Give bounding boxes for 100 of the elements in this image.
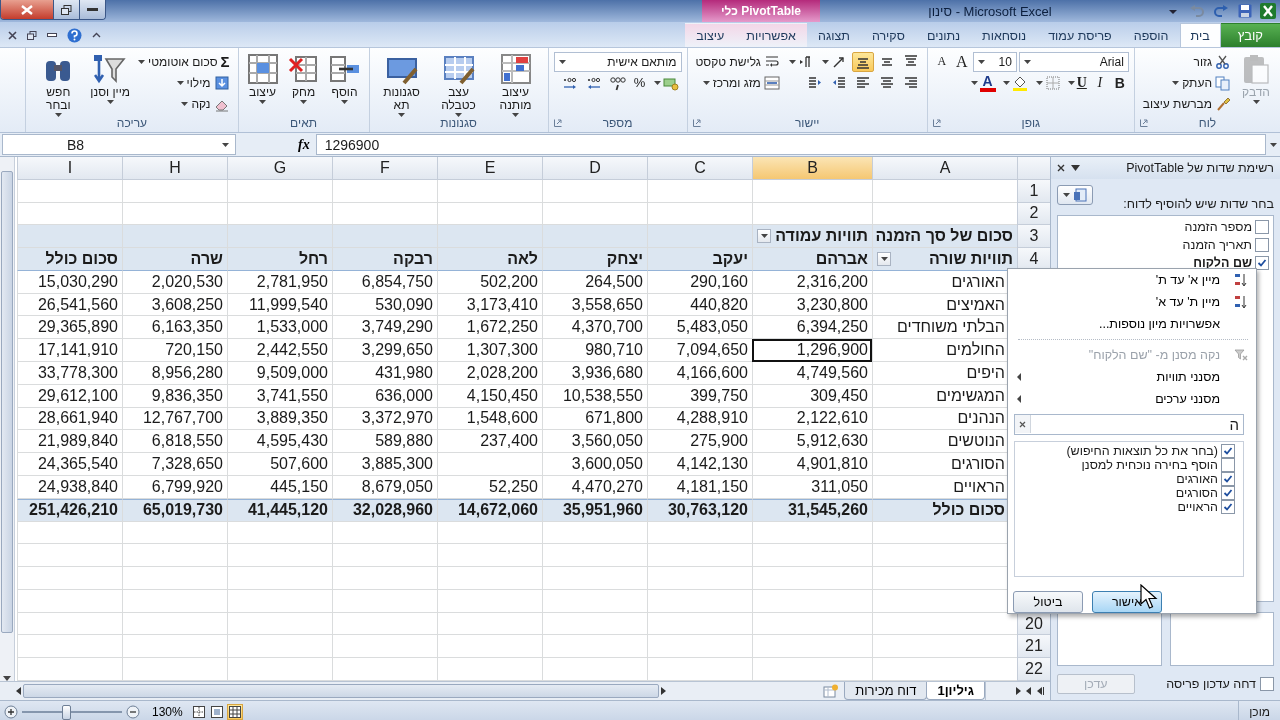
ribbon-button[interactable]: עיצוב bbox=[243, 51, 282, 106]
checkbox[interactable] bbox=[1221, 458, 1235, 473]
filter-dropdown-button[interactable] bbox=[757, 229, 771, 244]
scroll-right-icon[interactable] bbox=[661, 687, 666, 695]
ribbon-tab[interactable]: קובץ bbox=[1220, 23, 1280, 47]
checkbox[interactable] bbox=[1255, 237, 1269, 252]
view-button[interactable] bbox=[208, 704, 225, 720]
checkbox[interactable] bbox=[1260, 677, 1274, 691]
ribbon-tab[interactable]: פריסת עמוד bbox=[1037, 23, 1123, 47]
checkbox[interactable] bbox=[1255, 219, 1269, 234]
toolbar-button[interactable]: % bbox=[630, 72, 649, 93]
restore-button[interactable] bbox=[53, 0, 79, 19]
minimize-button[interactable] bbox=[79, 0, 105, 19]
ribbon-button[interactable]: מחק bbox=[284, 51, 323, 106]
ribbon-button[interactable]: מזג ומרכז bbox=[699, 73, 783, 92]
toolbar-button[interactable]: A bbox=[952, 51, 971, 72]
ribbon-button[interactable]: מילוי bbox=[173, 73, 233, 92]
filter-option[interactable]: הסורגים bbox=[1175, 486, 1218, 501]
row-number[interactable]: 22 bbox=[1017, 658, 1050, 681]
search-field[interactable]: ה bbox=[1014, 413, 1244, 436]
checkbox[interactable] bbox=[1255, 255, 1269, 270]
first-sheet-icon[interactable] bbox=[1036, 687, 1044, 695]
toolbar-button[interactable]: U bbox=[1065, 72, 1089, 93]
sheet-tab[interactable]: גיליון1 bbox=[926, 682, 985, 700]
row-number[interactable]: 2 bbox=[1017, 202, 1050, 226]
column-header[interactable]: C bbox=[647, 157, 752, 180]
minimize-window-button[interactable] bbox=[47, 33, 57, 37]
sheet-tab[interactable]: דוח מכירות bbox=[844, 682, 928, 700]
column-header[interactable]: H bbox=[122, 157, 227, 180]
defer-update-label[interactable]: דחה עדכון פריסה bbox=[1166, 677, 1256, 691]
save-button[interactable] bbox=[1236, 2, 1254, 20]
column-header[interactable]: A bbox=[872, 157, 1017, 180]
toolbar-button[interactable]: I bbox=[1090, 72, 1109, 93]
field-name[interactable]: תאריך הזמנה bbox=[1182, 237, 1252, 252]
field-name[interactable]: מספר הזמנה bbox=[1184, 219, 1252, 234]
checkbox[interactable] bbox=[1221, 472, 1235, 487]
dialog-launcher-icon[interactable] bbox=[692, 119, 701, 127]
ribbon-button[interactable]: סגנונות תא bbox=[374, 51, 429, 119]
ribbon-button[interactable]: נקה bbox=[178, 94, 233, 113]
insert-function-button[interactable]: fx bbox=[292, 136, 316, 153]
filter-option[interactable]: (בחר את כל תוצאות החיפוש) bbox=[1066, 444, 1218, 459]
ribbon-tab[interactable]: הוספה bbox=[1122, 23, 1180, 47]
filter-dropdown-button[interactable] bbox=[877, 252, 891, 266]
ribbon-tab[interactable]: אפשרויות bbox=[735, 23, 807, 47]
ribbon-button[interactable]: חפש ובחר bbox=[31, 51, 86, 119]
next-sheet-icon[interactable] bbox=[1016, 687, 1021, 695]
zoom-level[interactable]: 130% bbox=[144, 705, 191, 719]
dropdown-field[interactable]: Arial bbox=[1018, 51, 1129, 72]
slider-thumb[interactable] bbox=[62, 704, 71, 720]
layout-button[interactable] bbox=[1057, 185, 1093, 205]
checkbox[interactable] bbox=[1221, 486, 1235, 501]
drop-area[interactable] bbox=[1057, 612, 1162, 666]
row-number[interactable]: 20 bbox=[1017, 612, 1050, 636]
row-number[interactable]: 21 bbox=[1017, 635, 1050, 659]
vertical-scrollbar[interactable] bbox=[0, 157, 15, 681]
row-labels-header[interactable]: תוויות שורה bbox=[872, 248, 1017, 271]
checkbox[interactable] bbox=[1221, 500, 1235, 515]
dropdown-arrow-icon[interactable] bbox=[1071, 165, 1080, 171]
ribbon-tab[interactable]: סקירה bbox=[860, 23, 916, 47]
toolbar-button[interactable]: A bbox=[932, 51, 951, 72]
close-button[interactable] bbox=[1, 0, 53, 19]
filter-option[interactable]: הראויים bbox=[1177, 500, 1218, 515]
column-header[interactable]: E bbox=[437, 157, 542, 180]
dropdown-field[interactable]: מותאם אישית bbox=[553, 51, 682, 72]
filter-option[interactable]: הוסף בחירה נוכחית למסנן bbox=[1081, 458, 1218, 473]
help-button[interactable] bbox=[67, 27, 82, 43]
view-button[interactable] bbox=[190, 704, 207, 720]
column-header[interactable]: F bbox=[332, 157, 437, 180]
row-number[interactable]: 3 bbox=[1017, 225, 1050, 249]
dialog-launcher-icon[interactable] bbox=[553, 119, 562, 127]
ribbon-tab[interactable]: תצוגה bbox=[806, 23, 861, 47]
ribbon-button[interactable]: גזור bbox=[1190, 52, 1234, 71]
column-header[interactable]: D bbox=[542, 157, 647, 180]
dialog-launcher-icon[interactable] bbox=[932, 119, 941, 127]
font-color-button[interactable]: A bbox=[968, 73, 998, 92]
ribbon-button[interactable]: מיין וסנן bbox=[88, 51, 133, 106]
ribbon-tab[interactable]: עיצוב bbox=[685, 23, 736, 47]
dialog-launcher-icon[interactable] bbox=[1139, 119, 1148, 127]
dropdown-field[interactable]: 10 bbox=[972, 51, 1017, 72]
ribbon-button[interactable]: מברשת עיצוב bbox=[1139, 94, 1234, 113]
filter-option[interactable]: האורגים bbox=[1176, 472, 1218, 487]
row-number[interactable]: 4 bbox=[1017, 248, 1050, 271]
ribbon-button[interactable]: עצב כטבלה bbox=[431, 51, 486, 119]
minimize-ribbon-button[interactable] bbox=[92, 32, 101, 38]
formula-field[interactable]: 1296900 bbox=[315, 134, 1266, 155]
ribbon-button[interactable]: הוסף bbox=[325, 51, 364, 106]
restore-window-button[interactable] bbox=[27, 30, 37, 40]
clear-search-button[interactable] bbox=[1015, 415, 1031, 434]
column-header[interactable]: B bbox=[752, 157, 872, 180]
column-labels-header[interactable]: תוויות עמודה bbox=[752, 225, 872, 249]
field-name[interactable]: שם הלקוח bbox=[1193, 255, 1252, 270]
column-header[interactable]: G bbox=[227, 157, 332, 180]
ribbon-tab[interactable]: נתונים bbox=[915, 23, 971, 47]
row-number[interactable]: 1 bbox=[1017, 179, 1050, 203]
previous-sheet-icon[interactable] bbox=[1026, 687, 1031, 695]
close-workbook-button[interactable] bbox=[8, 30, 17, 40]
scroll-left-icon[interactable] bbox=[16, 687, 21, 695]
name-box[interactable]: B8 bbox=[2, 134, 236, 155]
view-button[interactable] bbox=[226, 704, 243, 720]
toolbar-button[interactable] bbox=[851, 51, 874, 72]
